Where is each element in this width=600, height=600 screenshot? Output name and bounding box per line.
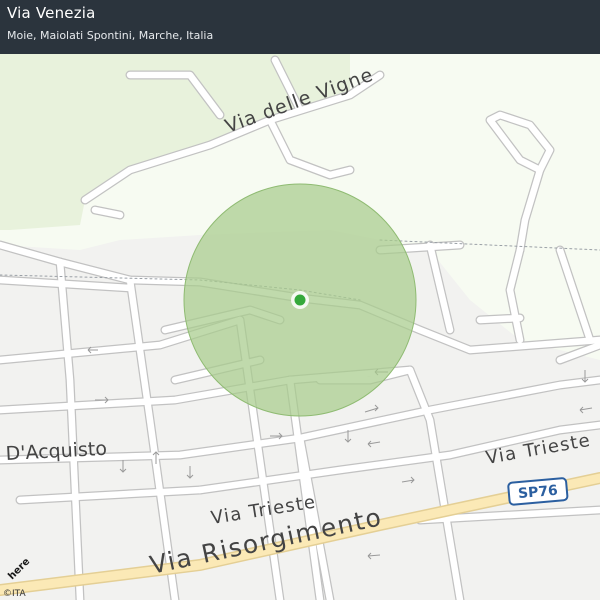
map-attribution: ©ITA — [3, 589, 26, 599]
map-canvas[interactable]: Via delle Vigne Via Risorgimento Via Tri… — [0, 0, 600, 600]
location-marker[interactable] — [291, 291, 309, 309]
location-subtitle: Moie, Maiolati Spontini, Marche, Italia — [7, 29, 214, 42]
road-shield-sp76: SP76 — [507, 477, 569, 506]
location-title: Via Venezia — [7, 4, 96, 22]
location-header: Via Venezia Moie, Maiolati Spontini, Mar… — [0, 0, 600, 54]
